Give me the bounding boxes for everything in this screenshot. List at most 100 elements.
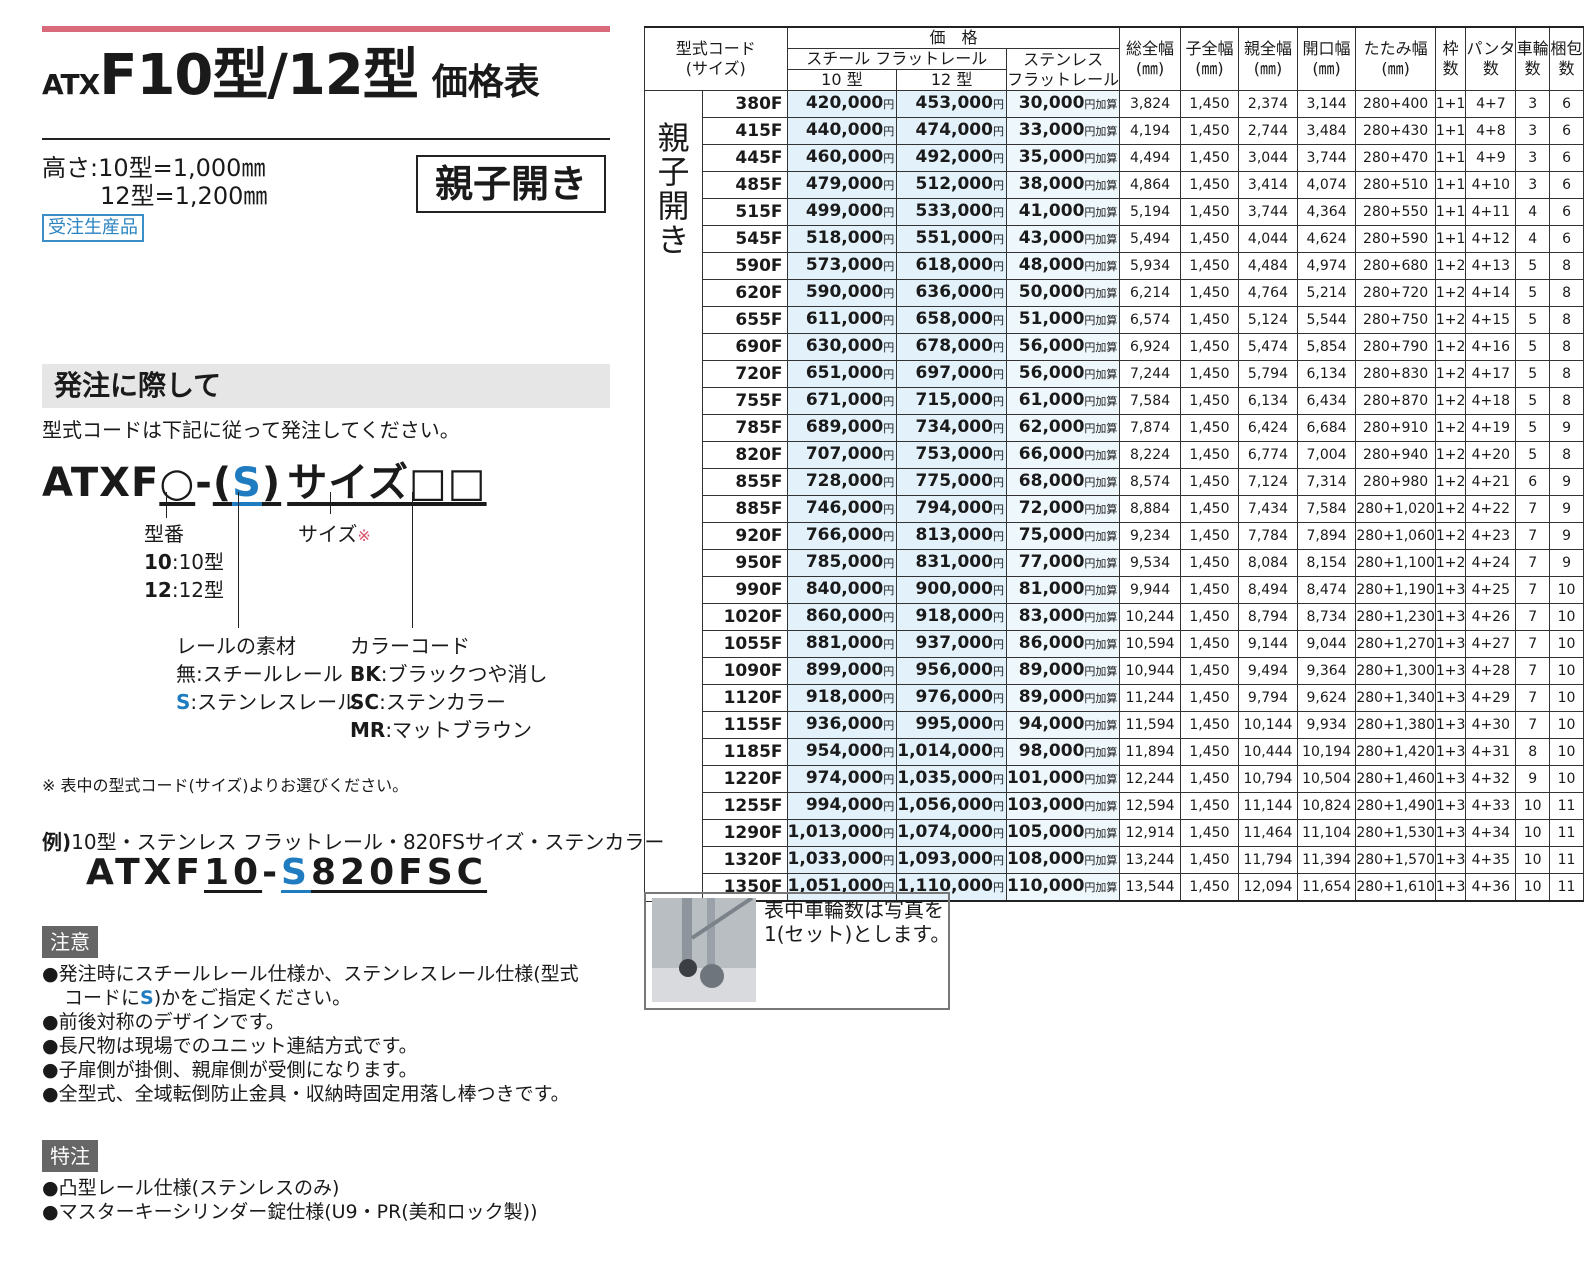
cell-fold: 280+1,230: [1355, 603, 1436, 631]
cell-frame: 1+3: [1434, 657, 1467, 685]
cell-parent: 10,144: [1238, 711, 1298, 739]
cell-pack: 9: [1549, 414, 1584, 442]
connector-size: [330, 492, 331, 514]
model-code-format: ATXF○-(S) サイズ□□: [42, 450, 487, 508]
example-text: 10型・ステンレス フラットレール・820FSサイズ・ステンカラー: [71, 830, 665, 854]
cell-price-12: 775,000円: [896, 468, 1007, 496]
cell-price-12: 1,093,000円: [896, 846, 1007, 874]
color-legend: カラーコード BK:ブラックつや消し SC:ステンカラー MR:マットブラウン: [350, 632, 548, 744]
cell-pack: 10: [1549, 657, 1584, 685]
cell-stainless-add: 77,000円加算: [1005, 549, 1121, 577]
cell-frame: 1+3: [1434, 873, 1467, 902]
cell-price-12: 900,000円: [896, 576, 1007, 604]
cell-fold: 280+430: [1355, 117, 1436, 145]
cell-pack: 6: [1549, 198, 1584, 226]
cell-frame: 1+2: [1434, 279, 1467, 307]
cell-total: 8,884: [1119, 495, 1181, 523]
cell-model-code: 590F: [701, 252, 788, 280]
cell-frame: 1+3: [1434, 603, 1467, 631]
cell-child: 1,450: [1179, 657, 1240, 685]
cell-price-12: 734,000円: [896, 414, 1007, 442]
cell-parent: 5,474: [1238, 333, 1298, 361]
cell-model-code: 755F: [701, 387, 788, 415]
table-row: 620F 590,000円 636,000円 50,000円加算 6,214 1,450 4…: [645, 279, 1584, 307]
cell-open: 9,934: [1296, 711, 1357, 739]
cell-total: 5,194: [1119, 198, 1181, 226]
cell-wheel: 10: [1515, 873, 1551, 902]
caution-item-1b: コードにS)かをご指定ください。: [64, 987, 352, 1009]
cell-fold: 280+1,530: [1355, 819, 1436, 847]
cell-panta: 4+23: [1465, 522, 1517, 550]
cell-stainless-add: 48,000円加算: [1005, 252, 1121, 280]
cell-open: 8,474: [1296, 576, 1357, 604]
header-price: 価 格: [786, 26, 1121, 49]
cell-frame: 1+1: [1434, 90, 1467, 118]
cell-open: 10,504: [1296, 765, 1357, 793]
model-12: 12:12型: [144, 578, 225, 602]
header-type-10: 10 型: [786, 69, 898, 91]
cell-panta: 4+21: [1465, 468, 1517, 496]
cell-price-10: 728,000円: [786, 468, 898, 496]
header-opening-width: 開口幅 (㎜): [1296, 26, 1357, 91]
header-type-12: 12 型: [896, 69, 1007, 91]
cell-child: 1,450: [1179, 225, 1240, 253]
cell-frame: 1+1: [1434, 117, 1467, 145]
cell-stainless-add: 56,000円加算: [1005, 360, 1121, 388]
cell-fold: 280+1,340: [1355, 684, 1436, 712]
cell-stainless-add: 98,000円加算: [1005, 738, 1121, 766]
cell-open: 10,824: [1296, 792, 1357, 820]
cell-fold: 280+590: [1355, 225, 1436, 253]
connector-rail: [238, 492, 239, 628]
header-package-count: 梱包数: [1549, 26, 1584, 91]
cell-price-10: 518,000円: [786, 225, 898, 253]
cell-price-10: 785,000円: [786, 549, 898, 577]
cell-parent: 11,464: [1238, 819, 1298, 847]
cell-parent: 9,144: [1238, 630, 1298, 658]
cell-child: 1,450: [1179, 630, 1240, 658]
cell-panta: 4+32: [1465, 765, 1517, 793]
cell-price-12: 956,000円: [896, 657, 1007, 685]
cell-parent: 8,084: [1238, 549, 1298, 577]
cell-price-12: 492,000円: [896, 144, 1007, 172]
header-child-width: 子全幅 (㎜): [1179, 26, 1240, 91]
example-label: 例): [42, 830, 72, 854]
cell-child: 1,450: [1179, 90, 1240, 118]
caution-item-4: ●子扉側が掛側、親扉側が受側になります。: [42, 1059, 418, 1081]
cell-pack: 10: [1549, 711, 1584, 739]
made-to-order-badge: 受注生産品: [42, 214, 144, 242]
cell-model-code: 515F: [701, 198, 788, 226]
cell-parent: 3,744: [1238, 198, 1298, 226]
rail-none: 無:スチールレール: [176, 662, 343, 686]
cell-total: 12,914: [1119, 819, 1181, 847]
cell-open: 9,364: [1296, 657, 1357, 685]
cell-fold: 280+550: [1355, 198, 1436, 226]
special-order-tag: 特注: [42, 1140, 98, 1172]
cell-parent: 7,124: [1238, 468, 1298, 496]
cell-panta: 4+29: [1465, 684, 1517, 712]
cell-price-12: 831,000円: [896, 549, 1007, 577]
title-main: F10型/12型: [99, 43, 419, 108]
table-row: 445F 460,000円 492,000円 35,000円加算 4,494 1,450 3…: [645, 144, 1584, 172]
cell-stainless-add: 30,000円加算: [1005, 90, 1121, 118]
cell-fold: 280+1,020: [1355, 495, 1436, 523]
cell-model-code: 415F: [701, 117, 788, 145]
code-rail: S: [232, 460, 262, 506]
cell-model-code: 885F: [701, 495, 788, 523]
cell-price-12: 753,000円: [896, 441, 1007, 469]
cell-price-12: 976,000円: [896, 684, 1007, 712]
table-row: 親子開き 380F 420,000円 453,000円 30,000円加算 3,824 1,…: [644, 90, 1584, 902]
cell-model-code: 620F: [701, 279, 788, 307]
cell-price-10: 689,000円: [786, 414, 898, 442]
cell-panta: 4+20: [1465, 441, 1517, 469]
height-line-2: 12型=1,200㎜: [100, 182, 268, 210]
cell-frame: 1+3: [1434, 576, 1467, 604]
cell-pack: 10: [1549, 630, 1584, 658]
cell-panta: 4+17: [1465, 360, 1517, 388]
cell-price-10: 611,000円: [786, 306, 898, 334]
cell-fold: 280+1,380: [1355, 711, 1436, 739]
cell-total: 3,824: [1119, 90, 1181, 118]
cell-price-10: 954,000円: [786, 738, 898, 766]
cell-frame: 1+3: [1434, 792, 1467, 820]
cell-child: 1,450: [1179, 333, 1240, 361]
cell-model-code: 1120F: [701, 684, 788, 712]
